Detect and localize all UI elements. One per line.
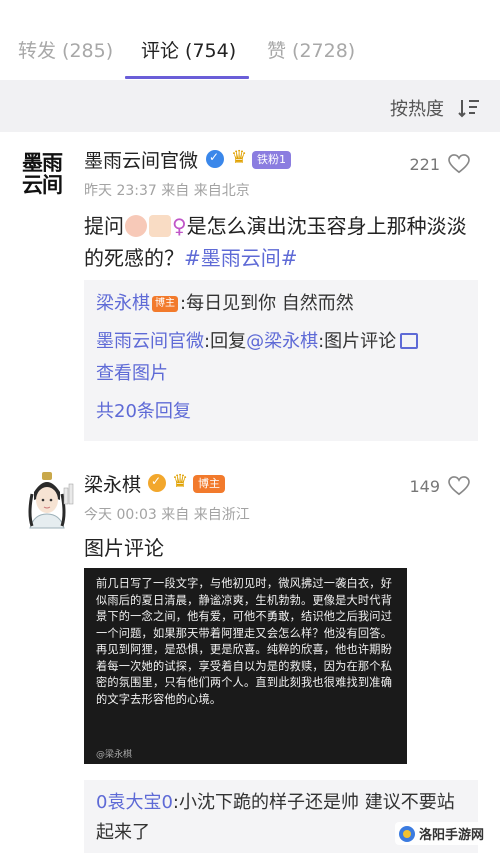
avatar-logo-line1: 墨雨 — [22, 150, 63, 175]
woman-face-emoji-icon — [125, 215, 147, 237]
image-watermark: @梁永棋 — [96, 750, 133, 760]
fan-badge[interactable]: 铁粉1 — [252, 151, 291, 169]
reply-text: :图片评论 — [318, 331, 397, 352]
verified-gold-icon — [148, 474, 166, 492]
like-count: 149 — [409, 476, 440, 496]
site-watermark-label: 洛阳手游网 — [418, 828, 484, 843]
comment-meta: 今天 00:03 来自 来自浙江 — [84, 507, 250, 523]
comment-text-part: 提问 — [84, 214, 124, 238]
crown-icon: ♛ — [172, 471, 189, 492]
sort-by-popularity-button[interactable]: 按热度 — [390, 95, 480, 121]
skin-tone-emoji-icon — [149, 215, 171, 237]
active-tab-indicator — [125, 76, 249, 79]
mention-link[interactable]: @梁永棋 — [246, 331, 318, 352]
image-text: 前几日写了一段文字，与他初见时，微风拂过一袭白衣，好似雨后的夏日清晨，静谧凉爽，… — [96, 577, 393, 706]
heart-icon — [448, 476, 470, 496]
like-button[interactable]: 149 — [409, 476, 470, 496]
comment-item: 墨雨 云间 墨雨云间官微 ♛ 铁粉1 昨天 23:37 来自 来自北京 221 … — [0, 132, 500, 452]
tab-likes[interactable]: 赞 (2728) — [267, 36, 355, 63]
female-sign-icon: ♀ — [172, 214, 187, 238]
image-icon — [400, 333, 419, 349]
heart-icon — [448, 154, 470, 174]
reply-item: 梁永棋 博主:每日见到你 自然而然 — [96, 288, 466, 320]
reply-username[interactable]: 墨雨云间官微 — [96, 331, 204, 352]
avatar[interactable] — [20, 470, 74, 530]
reply-username[interactable]: 0袁大宝0 — [96, 792, 173, 813]
more-replies-link[interactable]: 共20条回复 — [96, 396, 466, 428]
site-logo-icon — [398, 825, 415, 842]
reply-username[interactable]: 梁永棋 — [96, 293, 150, 314]
comment-image[interactable]: 前几日写了一段文字，与他初见时，微风拂过一袭白衣，好似雨后的夏日清晨，静谧凉爽，… — [84, 568, 407, 764]
sort-label: 按热度 — [390, 99, 444, 120]
sort-bar: 按热度 — [0, 80, 500, 132]
comment-text: 提问 ♀是怎么演出沈玉容身上那种淡淡的死感的？#墨雨云间# — [84, 210, 482, 274]
like-button[interactable]: 221 — [409, 154, 470, 174]
avatar-logo-line2: 云间 — [22, 172, 63, 197]
avatar[interactable]: 墨雨 云间 — [22, 152, 74, 204]
tab-reposts[interactable]: 转发 (285) — [18, 36, 113, 63]
hashtag-link[interactable]: #墨雨云间# — [184, 246, 298, 270]
author-tag: 博主 — [152, 296, 178, 312]
comment-item: 梁永棋 ♛ 博主 今天 00:03 来自 来自浙江 149 图片评论 前几日写了… — [0, 452, 500, 853]
comment-meta: 昨天 23:37 来自 来自北京 — [84, 183, 250, 199]
sort-icon — [458, 100, 479, 118]
tab-bar: 转发 (285) 评论 (754) 赞 (2728) — [0, 0, 500, 80]
comment-username[interactable]: 墨雨云间官微 — [84, 146, 198, 173]
reply-preview-box[interactable]: 梁永棋 博主:每日见到你 自然而然 墨雨云间官微:回复@梁永棋:图片评论 查看图片 … — [84, 280, 478, 441]
reply-item: 墨雨云间官微:回复@梁永棋:图片评论查看图片 — [96, 326, 466, 390]
verified-blue-icon — [206, 150, 224, 168]
site-watermark: 洛阳手游网 — [394, 822, 488, 845]
view-image-link[interactable]: 查看图片 — [96, 363, 168, 384]
comment-text: 图片评论 — [84, 536, 164, 560]
tab-comments[interactable]: 评论 (754) — [141, 36, 236, 63]
author-badge: 博主 — [193, 475, 225, 493]
comment-username[interactable]: 梁永棋 — [84, 470, 141, 497]
reply-text: :回复 — [204, 331, 247, 352]
crown-icon: ♛ — [231, 147, 248, 168]
reply-text: :每日见到你 自然而然 — [180, 293, 354, 314]
like-count: 221 — [409, 154, 440, 174]
